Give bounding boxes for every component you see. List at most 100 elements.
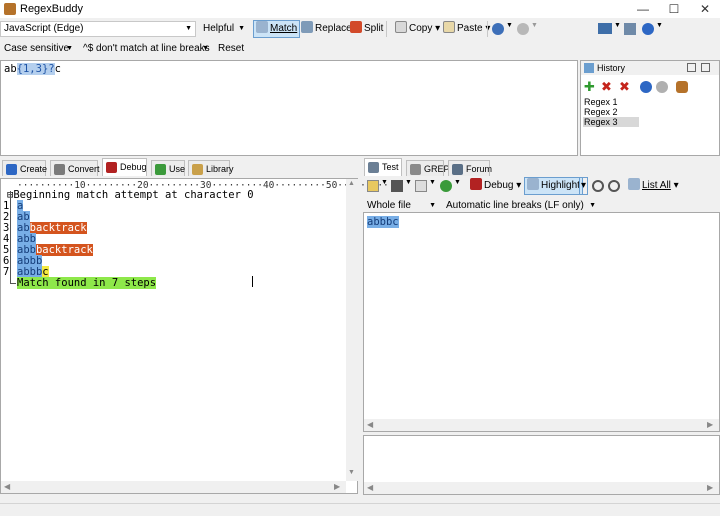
add-icon[interactable]: ✚ <box>584 80 595 93</box>
chevron-down-icon[interactable]: ▼ <box>656 22 663 29</box>
history-item[interactable]: Regex 1 <box>583 97 639 107</box>
close-button[interactable]: ✕ <box>690 0 720 18</box>
library-icon <box>192 164 203 175</box>
buddy-icon[interactable] <box>676 81 688 93</box>
scroll-right-icon[interactable]: ▶ <box>707 483 713 492</box>
chevron-down-icon[interactable]: ▼ <box>531 22 538 29</box>
redo-icon[interactable] <box>517 23 529 35</box>
scroll-down-icon[interactable]: ▼ <box>348 469 355 476</box>
reset-button[interactable]: Reset <box>215 40 247 58</box>
highlight-button[interactable]: Highlight <box>524 177 583 195</box>
list-all-button[interactable]: List All ▾ <box>625 177 682 195</box>
open-file-icon[interactable] <box>367 180 379 192</box>
debug-result: Match found in 7 steps <box>17 277 157 289</box>
chevron-down-icon[interactable]: ▼ <box>506 22 513 29</box>
test-icon <box>368 162 379 173</box>
settings-icon[interactable] <box>624 23 636 35</box>
test-subject-editor[interactable]: abbbc ◀ ▶ <box>363 212 720 432</box>
scroll-left-icon[interactable]: ◀ <box>4 482 10 491</box>
undock-icon[interactable] <box>701 63 710 72</box>
web-icon[interactable] <box>440 180 452 192</box>
chevron-down-icon[interactable]: ▼ <box>429 179 436 186</box>
helpful-dropdown[interactable]: Helpful ▼ <box>199 21 249 37</box>
search-icon <box>256 21 268 33</box>
test-line-break-value: Automatic line breaks (LF only) <box>446 200 584 211</box>
tab-create[interactable]: Create <box>2 160 47 176</box>
tab-grep[interactable]: GREP <box>406 160 450 176</box>
toolbar-separator <box>386 21 387 37</box>
status-bar <box>0 503 720 516</box>
debug-icon <box>106 162 117 173</box>
layout-icon[interactable] <box>598 23 612 34</box>
document-icon[interactable] <box>415 180 427 192</box>
search-icon <box>527 178 539 190</box>
match-button[interactable]: Match <box>253 20 301 38</box>
save-icon[interactable] <box>391 180 403 192</box>
main-toolbar: JavaScript (Edge) ▼ Helpful ▼ Match Replac… <box>0 19 720 39</box>
tree-line <box>10 283 16 284</box>
zoom-next-icon[interactable] <box>608 180 620 192</box>
scroll-right-icon[interactable]: ▶ <box>707 420 713 429</box>
dock-icon[interactable] <box>687 63 696 72</box>
maximize-button[interactable]: ☐ <box>659 0 689 18</box>
scroll-up-icon[interactable]: ▲ <box>348 180 355 187</box>
history-item[interactable]: Regex 2 <box>583 107 639 117</box>
minimize-button[interactable]: — <box>628 0 658 18</box>
scroll-left-icon[interactable]: ◀ <box>367 420 373 429</box>
delete-all-icon[interactable]: ✖ <box>619 80 630 93</box>
split-icon <box>350 21 362 33</box>
regex-quantifier: {1,3}? <box>16 63 55 75</box>
paste-icon <box>443 21 455 33</box>
chevron-down-icon[interactable]: ▼ <box>405 179 412 186</box>
move-down-icon[interactable] <box>656 81 668 93</box>
options-toolbar: Case sensitive ▼ ^$ don't match at line b… <box>0 39 720 59</box>
helpful-value: Helpful <box>203 23 235 34</box>
horizontal-scrollbar[interactable]: ◀ ▶ <box>1 481 346 493</box>
title-bar: RegexBuddy — ☐ ✕ <box>0 0 720 18</box>
highlight-dropdown[interactable]: ▾ <box>579 177 589 195</box>
scope-value: Whole file <box>367 200 411 211</box>
create-icon <box>6 164 17 175</box>
copy-button[interactable]: Copy ▾ <box>392 20 443 38</box>
history-item-selected[interactable]: Regex 3 <box>583 117 639 127</box>
app-icon <box>4 3 16 15</box>
regex-editor[interactable]: ab{1,3}?c <box>0 60 578 156</box>
horizontal-scrollbar[interactable]: ◀ ▶ <box>364 482 719 494</box>
tab-use[interactable]: Use <box>151 160 185 176</box>
match-label: Match <box>270 23 298 34</box>
tree-line <box>10 191 11 284</box>
debug-header: ⊟Beginning match attempt at character 0 <box>7 189 254 201</box>
tab-forum[interactable]: Forum <box>448 160 493 176</box>
debug-button[interactable]: Debug ▾ <box>467 177 524 195</box>
move-up-icon[interactable] <box>640 81 652 93</box>
horizontal-scrollbar[interactable]: ◀ ▶ <box>364 419 719 431</box>
vertical-scrollbar[interactable]: ▲ ▼ <box>346 179 358 481</box>
tab-debug[interactable]: Debug <box>102 158 147 176</box>
history-header: History <box>581 61 719 75</box>
tab-convert[interactable]: Convert <box>50 160 100 176</box>
chevron-down-icon: ▼ <box>202 45 209 52</box>
paste-button[interactable]: Paste ▾ <box>440 20 493 38</box>
chevron-down-icon[interactable]: ▼ <box>454 179 461 186</box>
line-break-dropdown[interactable]: ^$ don't match at line breaks ▼ <box>79 41 213 57</box>
flavor-dropdown[interactable]: JavaScript (Edge) ▼ <box>0 21 196 37</box>
delete-icon[interactable]: ✖ <box>601 80 612 93</box>
chevron-down-icon[interactable]: ▼ <box>614 22 621 29</box>
scroll-right-icon[interactable]: ▶ <box>334 482 340 491</box>
paste-label: Paste <box>457 23 483 34</box>
zoom-previous-icon[interactable] <box>592 180 604 192</box>
tab-test[interactable]: Test <box>364 158 402 176</box>
tab-library[interactable]: Library <box>188 160 234 176</box>
split-button[interactable]: Split <box>347 20 386 38</box>
case-dropdown[interactable]: Case sensitive ▼ <box>0 41 77 57</box>
step-backtrack: backtrack <box>29 222 87 234</box>
tab-label: Forum <box>466 164 493 174</box>
list-all-label: List All <box>642 180 671 191</box>
chevron-down-icon[interactable]: ▼ <box>381 179 388 186</box>
debug-panel[interactable]: ··········10·········20·········30······… <box>0 178 389 494</box>
scroll-left-icon[interactable]: ◀ <box>367 483 373 492</box>
undo-icon[interactable] <box>492 23 504 35</box>
results-panel[interactable]: ◀ ▶ <box>363 435 720 495</box>
regex-literal-suffix: c <box>54 63 61 75</box>
help-icon[interactable] <box>642 23 654 35</box>
